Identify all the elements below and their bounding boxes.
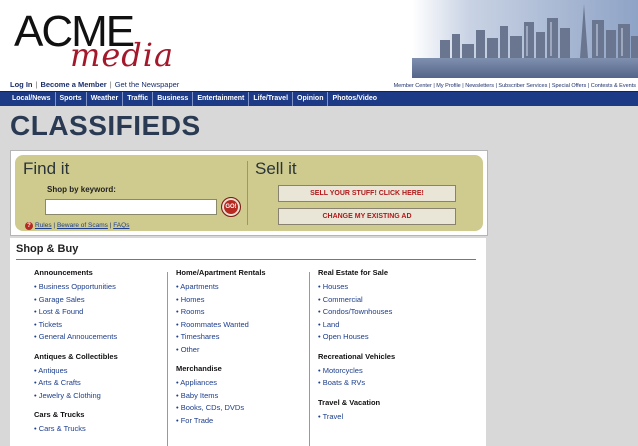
category-column-2: Home/Apartment RentalsApartmentsHomesRoo…: [176, 268, 308, 435]
category-heading: Cars & Trucks: [34, 410, 85, 419]
category-column-3: Real Estate for Sale HousesCommercialCond…: [318, 268, 468, 431]
category-link-business-opportunities[interactable]: Business Opportunities: [34, 281, 166, 294]
site-header: ACME media: [0, 0, 638, 78]
category-link-roommates-wanted[interactable]: Roommates Wanted: [176, 319, 308, 332]
city-skyline-image: [412, 0, 638, 78]
category-link-timeshares[interactable]: Timeshares: [176, 331, 308, 344]
category-section-antiques-and-collectibles: Antiques & Collectibles AntiquesArts & Cr…: [34, 352, 166, 403]
category-link-homes[interactable]: Homes: [176, 294, 308, 307]
category-link-houses[interactable]: Houses: [318, 281, 468, 294]
category-list: AppliancesBaby ItemsBooks, CDs, DVDsFor …: [176, 377, 308, 427]
category-heading: Antiques & Collectibles: [34, 351, 118, 361]
category-section-real-estate-for-sale: Real Estate for Sale HousesCommercialCond…: [318, 268, 468, 344]
category-link-appliances[interactable]: Appliances: [176, 377, 308, 390]
category-heading: Home/Apartment Rentals: [176, 268, 266, 277]
category-link-rooms[interactable]: Rooms: [176, 306, 308, 319]
nav-item-local-news[interactable]: Local/News: [8, 92, 56, 106]
category-link-jewelry-and-clothing[interactable]: Jewelry & Clothing: [34, 390, 166, 403]
category-link-open-houses[interactable]: Open Houses: [318, 331, 468, 344]
faqs-link[interactable]: FAQs: [113, 222, 129, 229]
change-existing-ad-button[interactable]: CHANGE MY EXISTING AD: [278, 208, 456, 225]
category-section-cars-and-trucks: Cars & Trucks Cars & Trucks: [34, 410, 166, 436]
nav-item-sports[interactable]: Sports: [56, 92, 87, 106]
category-link-cars-and-trucks[interactable]: Cars & Trucks: [34, 423, 166, 436]
category-link-land[interactable]: Land: [318, 319, 468, 332]
find-sell-box: Find it Shop by keyword: GO! ? Rules | Be…: [10, 150, 488, 236]
main-nav: Local/News Sports Weather Traffic Business En…: [0, 91, 638, 107]
category-list: AntiquesArts & CraftsJewelry & Clothing: [34, 365, 166, 403]
category-link-for-trade[interactable]: For Trade: [176, 415, 308, 428]
category-section-recreational-vehicles: Recreational Vehicles MotorcyclesBoats & …: [318, 352, 468, 390]
category-link-commercial[interactable]: Commercial: [318, 294, 468, 307]
help-icon: ?: [25, 222, 33, 230]
category-heading: Merchandise: [176, 364, 222, 373]
category-section-travel-and-vacation: Travel & Vacation Travel: [318, 398, 468, 424]
become-member-link[interactable]: Become a Member: [40, 80, 106, 89]
column-divider: [309, 272, 310, 446]
category-list: HousesCommercialCondos/TownhousesLandOpe…: [318, 281, 468, 344]
category-link-lost-and-found[interactable]: Lost & Found: [34, 306, 166, 319]
category-link-arts-and-crafts[interactable]: Arts & Crafts: [34, 377, 166, 390]
login-link[interactable]: Log In: [10, 80, 33, 89]
category-link-condos-townhouses[interactable]: Condos/Townhouses: [318, 306, 468, 319]
page-title: CLASSIFIEDS: [10, 110, 201, 141]
find-help-links: ? Rules | Beware of Scams | FAQs: [25, 222, 129, 230]
logo-media-text: media: [70, 36, 175, 74]
category-section-announcements: Announcements Business OpportunitiesGarag…: [34, 268, 166, 344]
category-link-baby-items[interactable]: Baby Items: [176, 390, 308, 403]
category-link-travel[interactable]: Travel: [318, 411, 468, 424]
keyword-search-input[interactable]: [45, 199, 217, 215]
category-list: Travel: [318, 411, 468, 424]
category-list: ApartmentsHomesRoomsRoommates WantedTime…: [176, 281, 308, 356]
find-it-heading: Find it: [23, 159, 70, 178]
nav-item-life-travel[interactable]: Life/Travel: [249, 92, 294, 106]
nav-item-traffic[interactable]: Traffic: [123, 92, 154, 106]
category-section-home-apartment-rentals: Home/Apartment RentalsApartmentsHomesRoo…: [176, 268, 308, 356]
category-link-garage-sales[interactable]: Garage Sales: [34, 294, 166, 307]
category-link-boats-and-rvs[interactable]: Boats & RVs: [318, 377, 468, 390]
sell-it-heading: Sell it: [255, 159, 297, 178]
nav-item-photos-video[interactable]: Photos/Video: [328, 92, 381, 106]
nav-item-weather[interactable]: Weather: [87, 92, 124, 106]
category-heading: Announcements: [34, 268, 93, 277]
nav-item-business[interactable]: Business: [153, 92, 194, 106]
sell-your-stuff-button[interactable]: SELL YOUR STUFF! CLICK HERE!: [278, 185, 456, 202]
nav-item-opinion[interactable]: Opinion: [293, 92, 329, 106]
category-heading: Real Estate for Sale: [318, 268, 389, 277]
category-link-apartments[interactable]: Apartments: [176, 281, 308, 294]
find-sell-divider: [247, 161, 248, 225]
beware-of-scams-link[interactable]: Beware of Scams: [57, 222, 108, 229]
get-newspaper-link[interactable]: Get the Newspaper: [115, 80, 180, 89]
utility-bar: Log In | Become a Member | Get the Newspaper…: [0, 79, 638, 91]
shop-and-buy-heading: Shop & Buy: [16, 243, 79, 255]
nav-item-entertainment[interactable]: Entertainment: [193, 92, 250, 106]
acme-media-logo[interactable]: ACME media: [14, 8, 184, 73]
category-heading: Recreational Vehicles: [318, 351, 396, 361]
category-list: Business OpportunitiesGarage SalesLost &…: [34, 281, 166, 344]
category-link-other[interactable]: Other: [176, 344, 308, 357]
heading-rule: [16, 259, 476, 260]
category-list: Cars & Trucks: [34, 423, 166, 436]
category-link-motorcycles[interactable]: Motorcycles: [318, 365, 468, 378]
keyword-label: Shop by keyword:: [47, 185, 116, 194]
go-button[interactable]: GO!: [221, 197, 241, 217]
category-section-merchandise: Merchandise AppliancesBaby ItemsBooks, CD…: [176, 364, 308, 427]
column-divider: [167, 272, 168, 446]
category-column-1: Announcements Business OpportunitiesGarag…: [34, 268, 166, 444]
category-link-books-cds-dvds[interactable]: Books, CDs, DVDs: [176, 402, 308, 415]
rules-link[interactable]: Rules: [35, 222, 52, 229]
category-heading: Travel & Vacation: [318, 397, 381, 407]
shop-and-buy-panel: Shop & Buy Announcements Business Opportu…: [10, 238, 486, 446]
category-link-antiques[interactable]: Antiques: [34, 365, 166, 378]
category-link-general-annoucements[interactable]: General Annoucements: [34, 331, 166, 344]
category-link-tickets[interactable]: Tickets: [34, 319, 166, 332]
category-list: MotorcyclesBoats & RVs: [318, 365, 468, 390]
